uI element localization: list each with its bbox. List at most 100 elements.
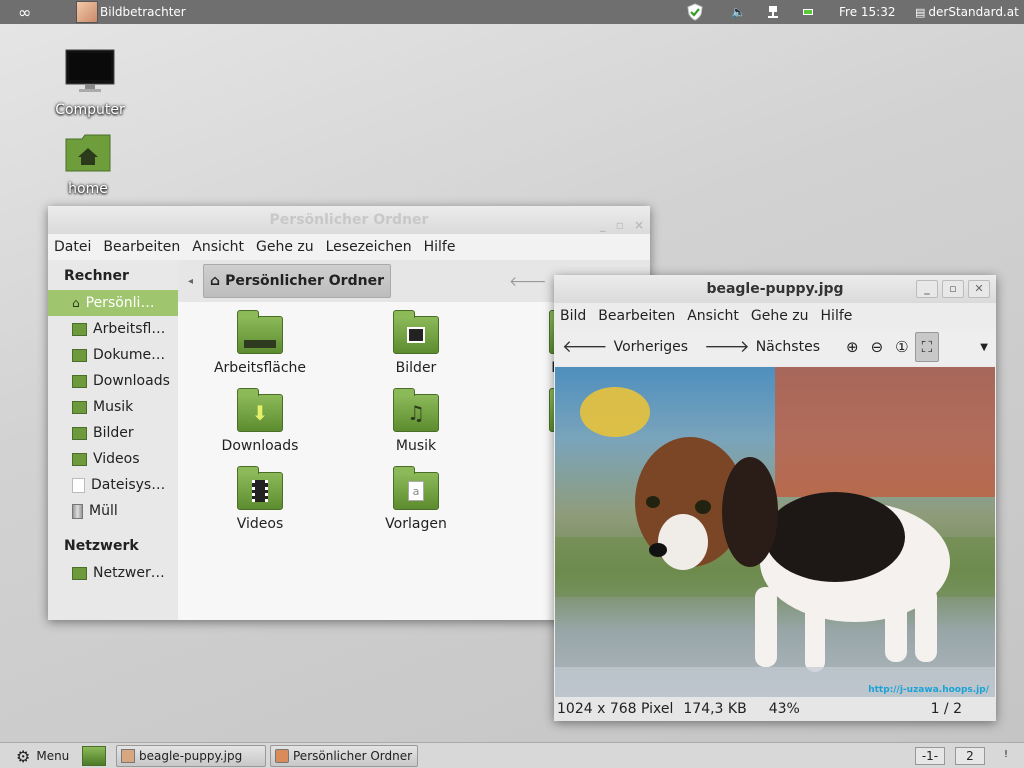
file-item-desktop[interactable]: Arbeitsfläche bbox=[190, 310, 330, 376]
file-item-label: Bilder bbox=[395, 360, 437, 376]
task-home-folder[interactable]: Persönlicher Ordner bbox=[270, 745, 418, 767]
downloads-folder-icon bbox=[72, 374, 87, 388]
window-title: beagle-puppy.jpg bbox=[706, 281, 844, 297]
menu-ansicht[interactable]: Ansicht bbox=[192, 239, 244, 255]
arrow-right-icon: 🡒 bbox=[704, 337, 750, 357]
menu-bearbeiten[interactable]: Bearbeiten bbox=[103, 239, 180, 255]
zoom-fit-button[interactable]: ⛶ bbox=[914, 332, 940, 362]
file-item-label: Downloads bbox=[221, 438, 299, 454]
infinity-icon[interactable]: ∞ bbox=[18, 0, 31, 24]
image-viewer-window: beagle-puppy.jpg _ ▫ ✕ Bild Bearbeiten A… bbox=[554, 275, 996, 721]
menu-hilfe[interactable]: Hilfe bbox=[821, 308, 853, 324]
sidebar-item-label: Netzwer… bbox=[93, 565, 165, 581]
next-button[interactable]: 🡒 Nächstes bbox=[696, 332, 828, 362]
network-folder-icon bbox=[72, 566, 87, 580]
path-scroll-left-icon[interactable]: ◂ bbox=[188, 276, 193, 287]
zoom-out-button[interactable]: ⊖ bbox=[865, 332, 890, 362]
sidebar-heading-rechner: Rechner bbox=[64, 268, 129, 284]
sidebar-item-label: Bilder bbox=[93, 425, 134, 441]
home-folder-icon bbox=[48, 133, 128, 177]
rss-applet[interactable]: ▤ derStandard.at bbox=[915, 0, 1019, 24]
desktop-folder-icon bbox=[237, 310, 283, 354]
desktop-icon-home[interactable]: home bbox=[48, 133, 128, 197]
sidebar-item-home[interactable]: ⌂ Persönli… bbox=[48, 290, 178, 316]
sidebar-item-filesystem[interactable]: Dateisys… bbox=[48, 472, 178, 498]
file-item-videos[interactable]: Videos bbox=[190, 466, 330, 532]
rss-label: derStandard.at bbox=[928, 5, 1019, 19]
menu-ansicht[interactable]: Ansicht bbox=[687, 308, 739, 324]
zoom-out-icon: ⊖ bbox=[870, 338, 884, 356]
sidebar-item-downloads[interactable]: Downloads bbox=[48, 368, 178, 394]
menu-bild[interactable]: Bild bbox=[560, 308, 586, 324]
close-button[interactable]: ✕ bbox=[968, 280, 990, 298]
sidebar-item-music[interactable]: Musik bbox=[48, 394, 178, 420]
active-app-label: Bildbetrachter bbox=[100, 5, 186, 19]
task-beagle-puppy[interactable]: beagle-puppy.jpg bbox=[116, 745, 266, 767]
shield-check-icon[interactable] bbox=[686, 0, 704, 24]
show-desktop-icon[interactable] bbox=[82, 746, 106, 766]
monitor-icon bbox=[50, 48, 130, 98]
path-button-label: Persönlicher Ordner bbox=[225, 273, 384, 289]
image-viewer-titlebar[interactable]: beagle-puppy.jpg _ ▫ ✕ bbox=[554, 275, 996, 303]
menu-hilfe[interactable]: Hilfe bbox=[424, 239, 456, 255]
file-item-pictures[interactable]: Bilder bbox=[346, 310, 486, 376]
menu-lesezeichen[interactable]: Lesezeichen bbox=[326, 239, 412, 255]
menu-gehe-zu[interactable]: Gehe zu bbox=[256, 239, 314, 255]
close-button[interactable]: × bbox=[634, 211, 644, 239]
maximize-button[interactable]: ▫ bbox=[616, 211, 624, 239]
sidebar-item-pictures[interactable]: Bilder bbox=[48, 420, 178, 446]
file-manager-titlebar[interactable]: Persönlicher Ordner _ ▫ × bbox=[48, 206, 650, 234]
image-canvas[interactable]: http://j-uzawa.hoops.jp/ bbox=[555, 367, 995, 697]
toolbar-overflow-button[interactable]: ▼ bbox=[972, 332, 996, 362]
zoom-normal-button[interactable]: ① bbox=[889, 332, 914, 362]
maximize-button[interactable]: ▫ bbox=[942, 280, 964, 298]
app-indicator[interactable]: Bildbetrachter bbox=[76, 0, 186, 24]
file-item-music[interactable]: ♫ Musik bbox=[346, 388, 486, 454]
zoom-in-icon: ⊕ bbox=[846, 338, 859, 356]
templates-folder-icon: a bbox=[393, 466, 439, 510]
downloads-folder-icon: ⬇ bbox=[237, 388, 283, 432]
network-icon[interactable] bbox=[767, 0, 779, 24]
notification-icon[interactable]: ! bbox=[1004, 749, 1008, 760]
sidebar-heading-netzwerk: Netzwerk bbox=[64, 538, 139, 554]
previous-button[interactable]: 🡐 Vorheriges bbox=[554, 332, 696, 362]
trash-icon bbox=[72, 503, 83, 519]
workspace-1[interactable]: -1- bbox=[915, 747, 945, 765]
pictures-folder-icon bbox=[393, 310, 439, 354]
file-item-label: Arbeitsfläche bbox=[213, 360, 307, 376]
workspace-2[interactable]: 2 bbox=[955, 747, 985, 765]
zoom-in-button[interactable]: ⊕ bbox=[840, 332, 865, 362]
menu-datei[interactable]: Datei bbox=[54, 239, 91, 255]
file-item-downloads[interactable]: ⬇ Downloads bbox=[190, 388, 330, 454]
sidebar-item-label: Arbeitsfl… bbox=[93, 321, 166, 337]
sidebar-item-network[interactable]: Netzwer… bbox=[48, 560, 178, 586]
battery-icon[interactable] bbox=[803, 0, 813, 24]
zoom-normal-icon: ① bbox=[895, 338, 909, 356]
watermark: http://j-uzawa.hoops.jp/ bbox=[868, 685, 989, 695]
pictures-folder-icon bbox=[72, 426, 87, 440]
sidebar-item-label: Persönli… bbox=[85, 295, 155, 311]
sidebar-item-trash[interactable]: Müll bbox=[48, 498, 178, 524]
desktop-icon-computer[interactable]: Computer bbox=[50, 48, 130, 118]
minimize-button[interactable]: _ bbox=[600, 211, 606, 239]
file-item-label: Videos bbox=[236, 516, 284, 532]
sidebar-item-videos[interactable]: Videos bbox=[48, 446, 178, 472]
back-arrow-icon[interactable]: 🡐 bbox=[509, 273, 547, 290]
path-button-home[interactable]: ⌂ Persönlicher Ordner bbox=[203, 264, 391, 298]
sidebar-item-documents[interactable]: Dokume… bbox=[48, 342, 178, 368]
file-item-templates[interactable]: a Vorlagen bbox=[346, 466, 486, 532]
menu-bearbeiten[interactable]: Bearbeiten bbox=[598, 308, 675, 324]
file-item-label: Musik bbox=[395, 438, 437, 454]
menu-button[interactable]: ⚙ Menu bbox=[16, 746, 69, 766]
minimize-button[interactable]: _ bbox=[916, 280, 938, 298]
sidebar-item-label: Musik bbox=[93, 399, 134, 415]
toolbar: 🡐 Vorheriges 🡒 Nächstes ⊕ ⊖ ① ⛶ ▼ bbox=[554, 329, 996, 365]
sidebar-item-desktop[interactable]: Arbeitsfl… bbox=[48, 316, 178, 342]
volume-icon[interactable]: 🔈 bbox=[731, 0, 746, 24]
menu-gehe-zu[interactable]: Gehe zu bbox=[751, 308, 809, 324]
statusbar: 1024 x 768 Pixel 174,3 KB 43% 1 / 2 bbox=[554, 697, 996, 721]
videos-folder-icon bbox=[237, 466, 283, 510]
task-label: beagle-puppy.jpg bbox=[139, 749, 243, 763]
clock[interactable]: Fre 15:32 bbox=[839, 0, 895, 24]
chevron-down-icon: ▼ bbox=[980, 341, 988, 353]
